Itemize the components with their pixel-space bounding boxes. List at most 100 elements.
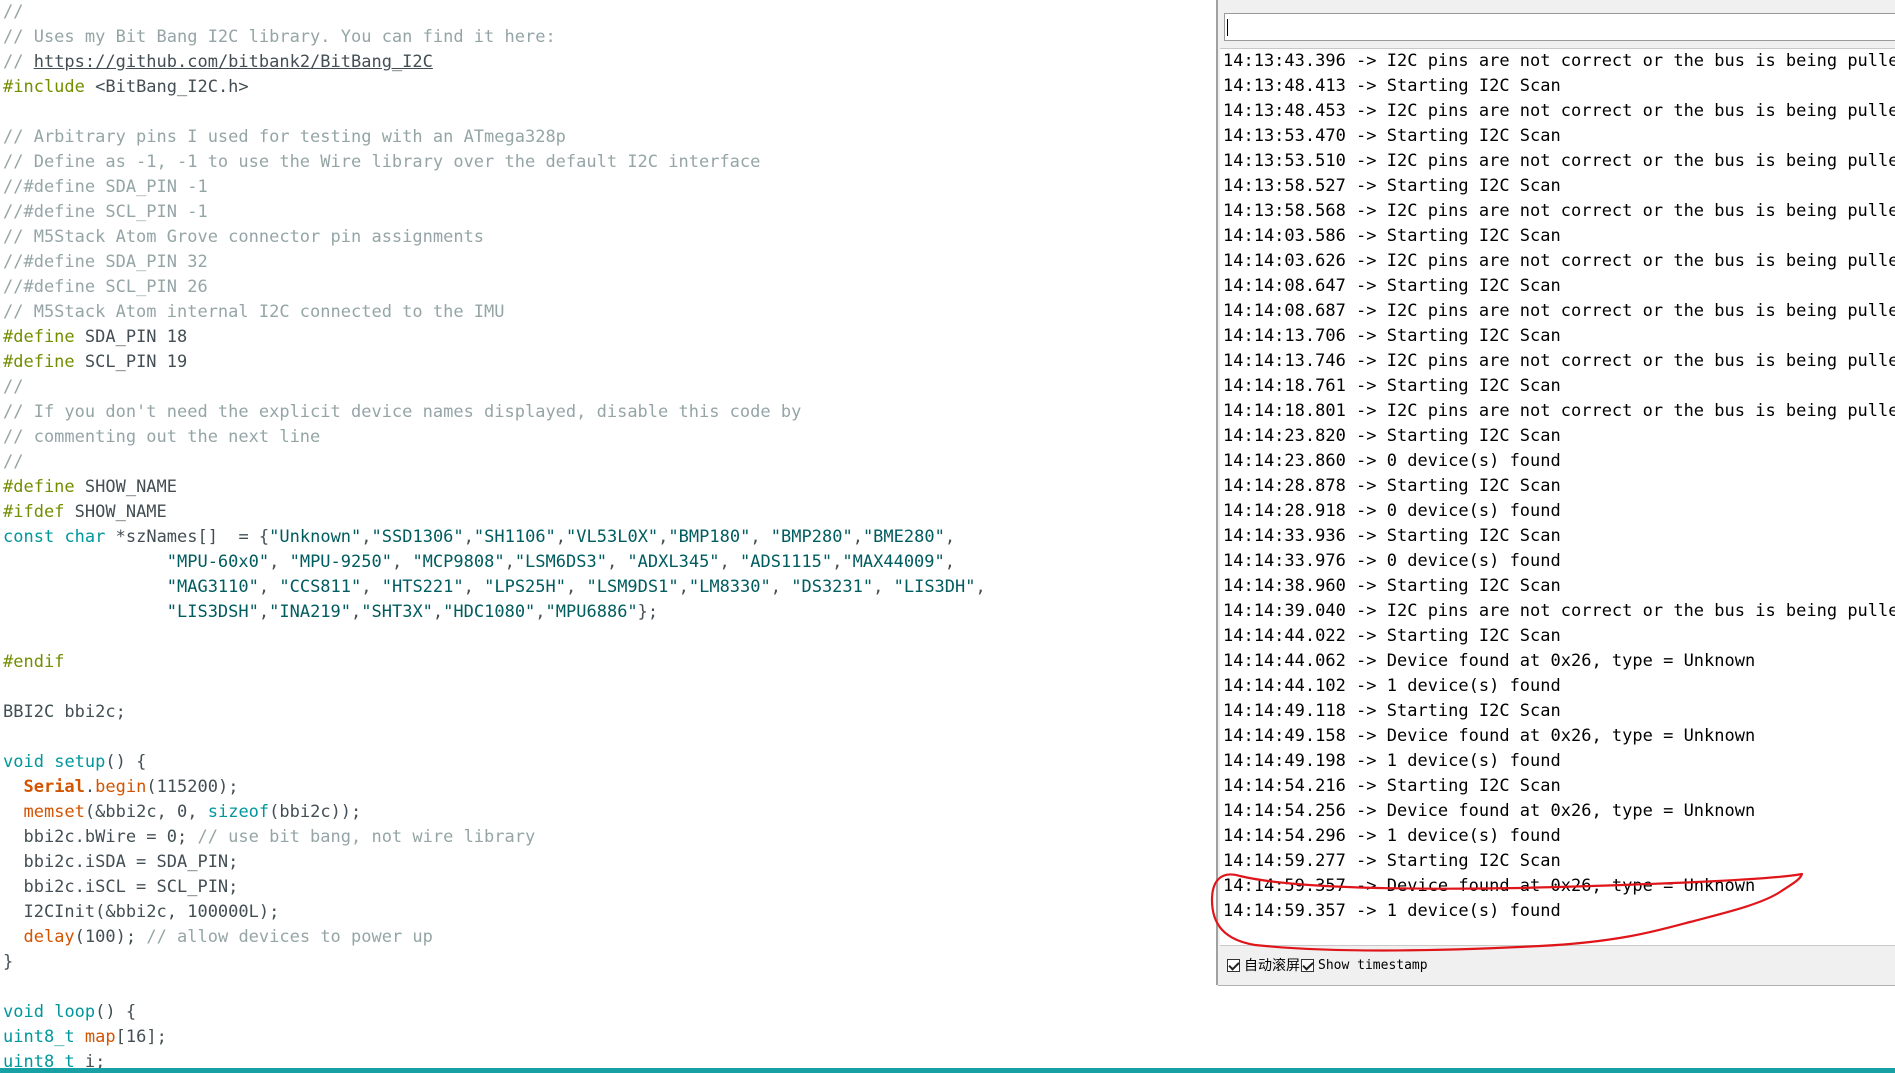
code-line[interactable]: //: [3, 450, 986, 475]
code-token: bbi2c.iSDA = SDA_PIN;: [3, 852, 239, 872]
serial-output-line: 14:13:48.453 -> I2C pins are not correct…: [1223, 101, 1895, 121]
code-token: I2CInit(&bbi2c, 100000L);: [3, 902, 280, 922]
code-token: "LSM9DS1": [586, 577, 679, 597]
serial-output-area[interactable]: 14:13:43.396 -> I2C pins are not correct…: [1220, 48, 1895, 946]
autoscroll-label: 自动滚屏: [1244, 958, 1300, 974]
code-line[interactable]: uint8_t i;: [3, 1050, 986, 1068]
code-line[interactable]: // M5Stack Atom Grove connector pin assi…: [3, 225, 986, 250]
code-line[interactable]: // M5Stack Atom internal I2C connected t…: [3, 300, 986, 325]
code-line[interactable]: bbi2c.iSCL = SCL_PIN;: [3, 875, 986, 900]
code-token: ,: [391, 552, 413, 572]
code-token: void: [3, 752, 44, 772]
code-token: "LIS3DH": [893, 577, 976, 597]
show-timestamp-option[interactable]: Show timestamp: [1301, 956, 1428, 974]
code-line[interactable]: bbi2c.bWire = 0; // use bit bang, not wi…: [3, 825, 986, 850]
code-token: loop: [54, 1002, 96, 1022]
serial-output-line: 14:14:59.357 -> 1 device(s) found: [1223, 901, 1561, 921]
serial-monitor-options-bar: 自动滚屏 Show timestamp: [1218, 948, 1895, 986]
code-line[interactable]: delay(100); // allow devices to power up: [3, 925, 986, 950]
code-token: ,: [432, 602, 444, 622]
show-timestamp-checkbox[interactable]: [1301, 958, 1314, 972]
code-token: }: [3, 952, 14, 972]
code-line[interactable]: memset(&bbi2c, 0, sizeof(bbi2c));: [3, 800, 986, 825]
code-token: bbi2c.iSCL = SCL_PIN;: [3, 877, 239, 897]
sketch-code[interactable]: // // Uses my Bit Bang I2C library. You c…: [3, 0, 986, 1068]
code-token: bbi2c.bWire = 0;: [3, 827, 198, 847]
code-token: "LM8330": [688, 577, 771, 597]
code-line[interactable]: #endif: [3, 650, 986, 675]
code-line[interactable]: BBI2C bbi2c;: [3, 700, 986, 725]
code-token: "Unknown": [269, 527, 362, 547]
code-token: ,: [873, 577, 894, 597]
code-line[interactable]: void loop() {: [3, 1000, 986, 1025]
code-line[interactable]: #define SDA_PIN 18: [3, 325, 986, 350]
code-token: char: [64, 527, 106, 547]
code-line[interactable]: //#define SDA_PIN 32: [3, 250, 986, 275]
code-token: i;: [74, 1052, 106, 1068]
code-line[interactable]: //#define SDA_PIN -1: [3, 175, 986, 200]
code-line[interactable]: [3, 625, 986, 650]
code-line[interactable]: [3, 725, 986, 750]
code-token: *szNames[] = {: [105, 527, 270, 547]
code-editor[interactable]: // // Uses my Bit Bang I2C library. You c…: [0, 0, 1215, 1068]
code-line[interactable]: }: [3, 950, 986, 975]
code-token: [16];: [115, 1027, 167, 1047]
serial-output-line: 14:14:59.277 -> Starting I2C Scan: [1223, 851, 1561, 871]
code-token: setup: [54, 752, 106, 772]
code-token: ,: [463, 527, 474, 547]
code-token: ,: [678, 577, 689, 597]
code-token: ,: [555, 527, 567, 547]
code-line[interactable]: #define SCL_PIN 19: [3, 350, 986, 375]
code-line[interactable]: bbi2c.iSDA = SDA_PIN;: [3, 850, 986, 875]
serial-output-line: 14:14:03.586 -> Starting I2C Scan: [1223, 226, 1561, 246]
code-line[interactable]: #ifdef SHOW_NAME: [3, 500, 986, 525]
serial-output-line: 14:13:53.470 -> Starting I2C Scan: [1223, 126, 1561, 146]
code-line[interactable]: // Arbitrary pins I used for testing wit…: [3, 125, 986, 150]
code-token: "MAX44009": [842, 552, 945, 572]
code-token: "BME280": [862, 527, 945, 547]
code-line[interactable]: //#define SCL_PIN 26: [3, 275, 986, 300]
code-token: ,: [269, 552, 290, 572]
code-token: ,: [463, 577, 485, 597]
code-token: // M5Stack Atom internal I2C connected t…: [3, 302, 505, 322]
code-line[interactable]: Serial.begin(115200);: [3, 775, 986, 800]
code-line[interactable]: //: [3, 375, 986, 400]
code-line[interactable]: "MAG3110", "CCS811", "HTS221", "LPS25H",…: [3, 575, 986, 600]
serial-output-line: 14:14:08.687 -> I2C pins are not correct…: [1223, 301, 1895, 321]
code-line[interactable]: // Uses my Bit Bang I2C library. You can…: [3, 25, 986, 50]
serial-output-line: 14:14:44.022 -> Starting I2C Scan: [1223, 626, 1561, 646]
code-line[interactable]: // commenting out the next line: [3, 425, 986, 450]
code-token: #endif: [3, 652, 65, 672]
serial-send-input[interactable]: [1224, 13, 1895, 41]
autoscroll-checkbox[interactable]: [1227, 958, 1240, 972]
serial-output-line: 14:14:28.918 -> 0 device(s) found: [1223, 501, 1561, 521]
code-line[interactable]: "MPU-60x0", "MPU-9250", "MCP9808","LSM6D…: [3, 550, 986, 575]
code-line[interactable]: #include <BitBang_I2C.h>: [3, 75, 986, 100]
code-line[interactable]: [3, 100, 986, 125]
autoscroll-option[interactable]: 自动滚屏: [1227, 956, 1300, 974]
code-token: "LIS3DSH": [3, 602, 259, 622]
code-token: ,: [832, 552, 843, 572]
code-line[interactable]: // If you don't need the explicit device…: [3, 400, 986, 425]
code-line[interactable]: uint8_t map[16];: [3, 1025, 986, 1050]
code-line[interactable]: const char *szNames[] = {"Unknown","SSD1…: [3, 525, 986, 550]
code-line[interactable]: // https://github.com/bitbank2/BitBang_I…: [3, 50, 986, 75]
code-token: "MPU-9250": [289, 552, 392, 572]
code-line[interactable]: [3, 675, 986, 700]
code-token: // If you don't need the explicit device…: [3, 402, 802, 422]
code-line[interactable]: [3, 975, 986, 1000]
code-line[interactable]: #define SHOW_NAME: [3, 475, 986, 500]
code-line[interactable]: //: [3, 0, 986, 25]
code-line[interactable]: I2CInit(&bbi2c, 100000L);: [3, 900, 986, 925]
code-token: ,: [770, 577, 792, 597]
code-token: };: [637, 602, 659, 622]
code-token: SHOW_NAME: [64, 502, 167, 522]
code-line[interactable]: "LIS3DSH","INA219","SHT3X","HDC1080","MP…: [3, 600, 986, 625]
code-token: delay: [23, 927, 75, 947]
code-line[interactable]: //#define SCL_PIN -1: [3, 200, 986, 225]
code-token: ,: [606, 552, 628, 572]
code-line[interactable]: void setup() {: [3, 750, 986, 775]
code-line[interactable]: // Define as -1, -1 to use the Wire libr…: [3, 150, 986, 175]
code-token: "ADS1115": [740, 552, 833, 572]
